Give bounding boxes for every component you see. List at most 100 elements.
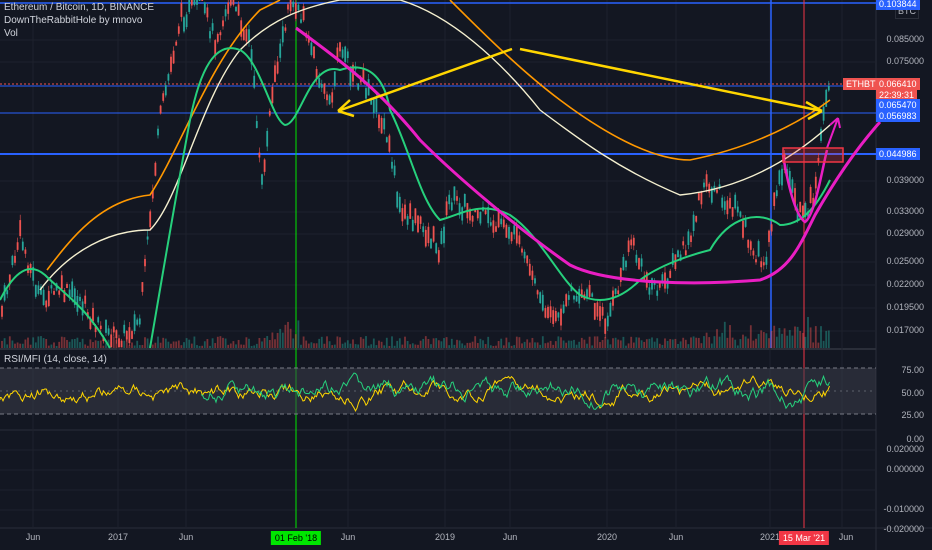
- candle: [573, 295, 575, 300]
- candle: [739, 211, 742, 217]
- volume-bar: [385, 337, 388, 348]
- time-label: 2017: [107, 532, 129, 542]
- volume-bar: [320, 336, 323, 348]
- osc-tick: 0.000000: [886, 464, 924, 474]
- volume-bar: [424, 336, 427, 348]
- volume-bar: [523, 341, 526, 348]
- volume-bar: [570, 340, 573, 348]
- candle: [591, 293, 594, 297]
- red-highlight-box[interactable]: [782, 147, 844, 163]
- volume-bar: [393, 345, 396, 348]
- volume-bar: [474, 336, 477, 348]
- volume-bar: [419, 340, 422, 348]
- volume-bar: [159, 342, 162, 348]
- chart-canvas[interactable]: [0, 0, 932, 550]
- price-tick: 0.017000: [886, 325, 924, 335]
- candle: [422, 226, 425, 233]
- volume-bar: [45, 339, 48, 348]
- candle: [177, 26, 180, 34]
- time-marker-green[interactable]: 01 Feb '18: [270, 531, 322, 545]
- candle: [188, 0, 191, 12]
- volume-bar: [188, 339, 191, 348]
- volume-bar: [502, 345, 505, 348]
- candle: [526, 255, 529, 264]
- candle: [778, 170, 781, 185]
- candle: [411, 219, 414, 232]
- volume-bar: [536, 342, 539, 348]
- candle: [385, 137, 388, 143]
- volume-bar: [471, 341, 474, 348]
- volume-bar: [352, 339, 354, 348]
- volume-bar: [372, 338, 375, 348]
- candle: [60, 275, 63, 289]
- candle: [375, 97, 378, 113]
- volume-bar: [219, 336, 222, 348]
- candle: [708, 183, 711, 193]
- candle: [703, 182, 705, 188]
- candle: [198, 0, 201, 1]
- price-tag-level-3[interactable]: 0.044986: [876, 148, 920, 160]
- chart-root: Ethereum / Bitcoin, 1D, BINANCE DownTheR…: [0, 0, 932, 550]
- volume-bar: [757, 333, 760, 348]
- candle: [333, 71, 336, 87]
- candle: [170, 56, 172, 72]
- volume-bar: [378, 340, 380, 348]
- volume-bar: [222, 337, 224, 348]
- candle: [1, 305, 3, 317]
- candle: [149, 211, 152, 228]
- candle: [606, 315, 609, 327]
- price-pane: [0, 0, 876, 348]
- volume-bar: [284, 324, 287, 348]
- volume-bar: [528, 342, 531, 348]
- volume-bar: [721, 332, 724, 348]
- volume-bar: [508, 342, 510, 348]
- volume-bar: [656, 338, 659, 348]
- candle: [357, 83, 360, 90]
- volume-bar: [638, 337, 640, 348]
- candle: [331, 92, 334, 103]
- volume-bar: [138, 345, 141, 348]
- candle: [827, 85, 830, 91]
- candle: [495, 226, 497, 232]
- candle: [141, 282, 144, 292]
- volume-bar: [583, 339, 586, 348]
- volume-bar: [84, 344, 87, 348]
- candle: [669, 270, 672, 278]
- volume-bar: [86, 345, 89, 348]
- candle: [320, 83, 323, 88]
- candle: [604, 318, 607, 334]
- candle: [770, 224, 773, 232]
- volume-bar: [250, 345, 253, 348]
- indicator-name: DownTheRabbitHole by mnovo: [4, 15, 143, 26]
- candle: [276, 61, 279, 74]
- volume-bar: [175, 341, 178, 348]
- volume-bar: [365, 336, 367, 348]
- volume-bar: [469, 342, 471, 348]
- volume-bar: [773, 325, 776, 348]
- candle: [97, 317, 100, 323]
- candle: [24, 249, 27, 254]
- candle: [203, 2, 206, 14]
- volume-bar: [3, 338, 6, 348]
- price-tag-top-level[interactable]: 0.103844: [876, 0, 920, 10]
- candle: [414, 208, 417, 224]
- price-tag-level-2[interactable]: 0.056983: [876, 110, 920, 122]
- volume-bar: [357, 344, 360, 348]
- time-marker-red[interactable]: 15 Mar '21: [778, 531, 830, 545]
- volume-bar: [102, 345, 105, 348]
- volume-bar: [206, 339, 209, 348]
- volume-bar: [674, 338, 677, 348]
- volume-bar: [495, 345, 497, 348]
- volume-bar: [697, 337, 700, 348]
- volume-bar: [500, 338, 503, 348]
- volume-bar: [6, 344, 9, 348]
- volume-bar: [822, 340, 825, 348]
- volume-bar: [593, 336, 596, 348]
- volume-bar: [123, 340, 126, 348]
- volume-bar: [370, 344, 373, 348]
- volume-bar: [554, 341, 557, 348]
- rsi-tick: 50.00: [901, 388, 924, 398]
- volume-bar: [349, 343, 352, 348]
- candle: [365, 88, 367, 99]
- candle: [614, 288, 617, 295]
